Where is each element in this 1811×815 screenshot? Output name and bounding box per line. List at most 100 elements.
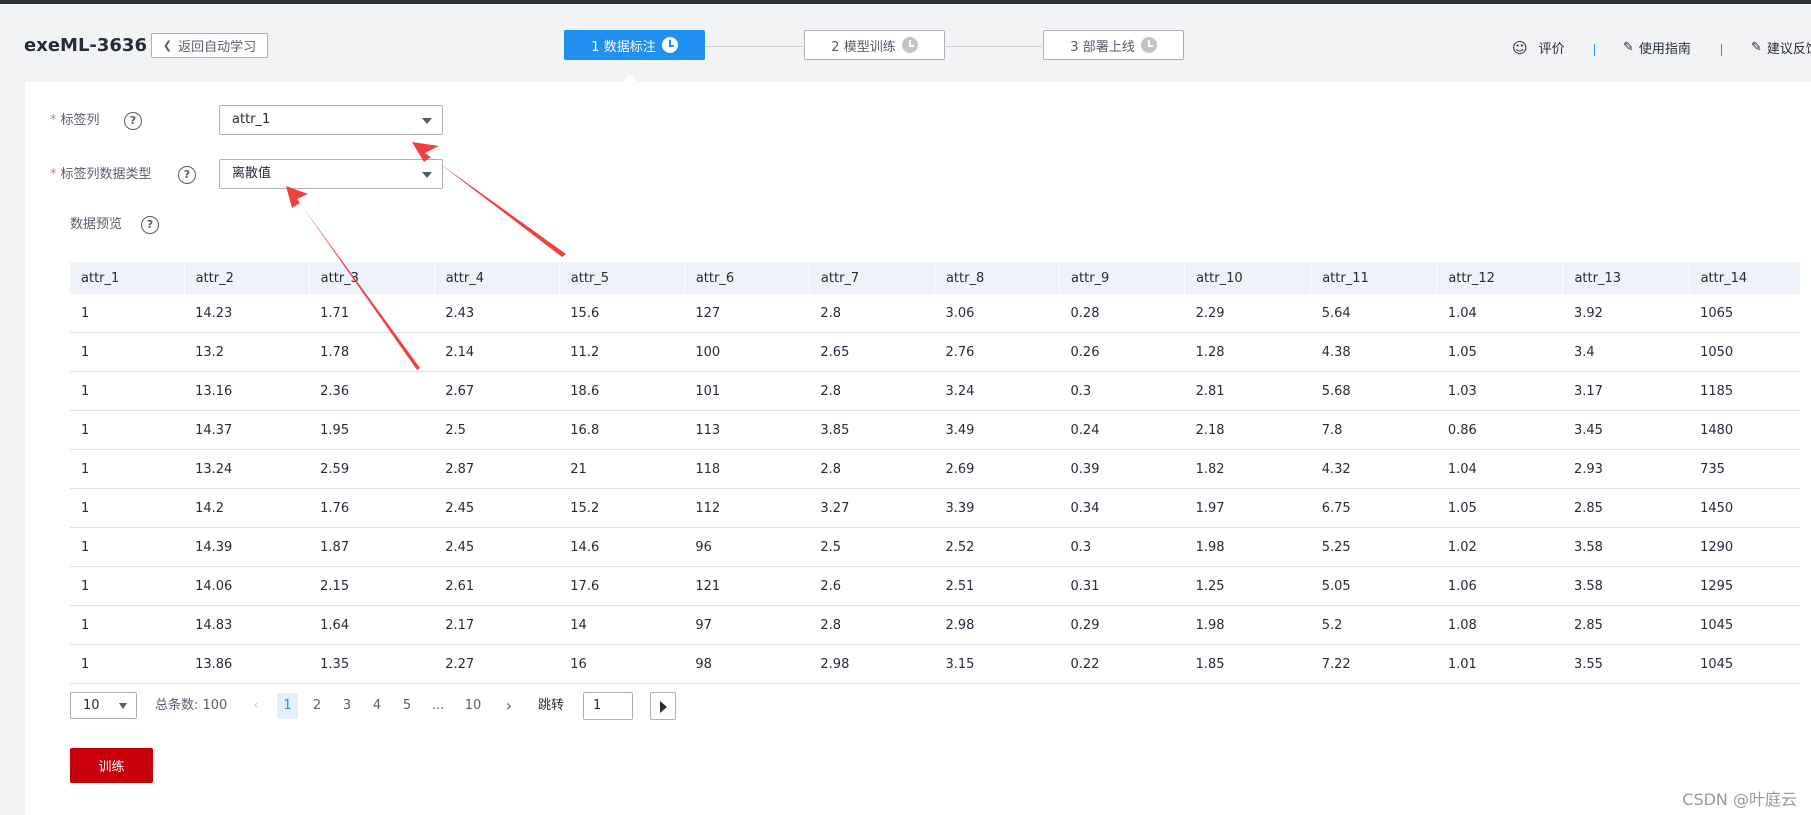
column-header: attr_14 (1689, 262, 1802, 294)
table-cell: 2.51 (934, 566, 1060, 606)
table-cell: 0.39 (1059, 449, 1185, 489)
table-cell: 3.92 (1562, 294, 1690, 333)
table-cell: 7.22 (1310, 644, 1437, 684)
back-button-label: 返回自动学习 (178, 40, 257, 55)
table-cell: 13.24 (184, 449, 310, 489)
table-cell: 4.32 (1310, 449, 1437, 489)
page-ellipsis[interactable]: ... (428, 693, 448, 719)
table-cell: 16.8 (559, 410, 685, 450)
table-cell: 0.3 (1059, 527, 1185, 567)
active-step-pointer (621, 74, 639, 83)
help-icon[interactable]: ? (141, 216, 159, 234)
table-row: 1 14.39 1.87 2.45 14.6 96 2.5 2.52 0.3 1.98 5.25 1.… (70, 527, 1801, 567)
page-10[interactable]: 10 (463, 693, 483, 719)
jump-go-button[interactable] (650, 692, 676, 720)
watermark: CSDN @叶庭云 (1682, 790, 1797, 809)
help-icon[interactable]: ? (124, 112, 142, 130)
table-cell: 113 (684, 410, 810, 450)
back-to-automl-button[interactable]: ❮ 返回自动学习 (151, 33, 268, 58)
table-cell: 13.86 (184, 644, 310, 684)
table-cell: 1.85 (1184, 644, 1311, 684)
table-row: 1 14.06 2.15 2.61 17.6 121 2.6 2.51 0.31 1.25 5.05… (70, 566, 1801, 606)
step-deploy[interactable]: 3 部署上线 (1043, 30, 1184, 60)
caret-down-icon (119, 703, 127, 709)
table-cell: 2.8 (809, 294, 935, 333)
table-cell: 16 (559, 644, 685, 684)
table-row: 1 13.16 2.36 2.67 18.6 101 2.8 3.24 0.3 2.81 5.68 1… (70, 371, 1801, 411)
table-cell: 1.01 (1436, 644, 1563, 684)
table-cell: 21 (559, 449, 685, 489)
column-header: attr_11 (1310, 262, 1438, 294)
table-cell: 3.15 (934, 644, 1060, 684)
table-cell: 735 (1689, 449, 1801, 489)
rate-link[interactable]: ☺ 评价 (1512, 38, 1565, 58)
table-cell: 2.98 (934, 605, 1060, 645)
step-model-training[interactable]: 2 模型训练 (804, 30, 945, 60)
label-column-text: 标签列 (60, 113, 100, 128)
column-header: attr_5 (559, 262, 685, 294)
table-body: 1 14.23 1.71 2.43 15.6 127 2.8 3.06 0.28 2.29 5.64… (70, 294, 1801, 684)
table-cell: 13.16 (184, 371, 310, 411)
table-row: 1 14.23 1.71 2.43 15.6 127 2.8 3.06 0.28 2.29 5.64… (70, 294, 1801, 333)
help-icon[interactable]: ? (178, 166, 196, 184)
table-cell: 14 (559, 605, 685, 645)
table-cell: 2.98 (809, 644, 935, 684)
step-data-labeling[interactable]: 1 数据标注 (564, 30, 705, 60)
table-cell: 1 (70, 644, 185, 684)
table-cell: 1.78 (309, 332, 435, 372)
table-cell: 1050 (1689, 332, 1801, 372)
page-5[interactable]: 5 (397, 693, 417, 719)
table-cell: 14.6 (559, 527, 685, 567)
feedback-link[interactable]: ✎ 建议反馈 (1751, 38, 1811, 57)
next-page-icon[interactable]: › (499, 693, 519, 719)
table-cell: 1.71 (309, 294, 435, 333)
chevron-left-icon: ❮ (162, 39, 173, 52)
table-cell: 0.24 (1059, 410, 1185, 450)
prev-page-icon[interactable]: ‹ (246, 693, 266, 719)
rate-label: 评价 (1538, 42, 1565, 57)
table-cell: 2.8 (809, 605, 935, 645)
step-connector (946, 46, 1042, 47)
table-cell: 11.2 (559, 332, 685, 372)
page-3[interactable]: 3 (337, 693, 357, 719)
table-cell: 2.8 (809, 371, 935, 411)
label-column-value: attr_1 (232, 112, 271, 127)
table-cell: 3.58 (1562, 527, 1690, 567)
clock-icon (901, 37, 918, 53)
table-cell: 1 (70, 371, 185, 411)
table-cell: 2.59 (309, 449, 435, 489)
table-cell: 14.23 (184, 294, 310, 333)
page-1[interactable]: 1 (277, 693, 298, 719)
table-cell: 1 (70, 527, 185, 567)
table-cell: 6.75 (1310, 488, 1437, 528)
table-cell: 3.55 (1562, 644, 1690, 684)
column-header: attr_12 (1436, 262, 1564, 294)
page-size-select[interactable]: 10 (70, 692, 137, 719)
step-connector (706, 46, 803, 47)
train-button[interactable]: 训练 (70, 748, 153, 783)
table-cell: 3.49 (934, 410, 1060, 450)
table-cell: 2.69 (934, 449, 1060, 489)
label-type-select[interactable]: 离散值 (219, 159, 443, 189)
page-2[interactable]: 2 (307, 693, 327, 719)
table-cell: 0.86 (1436, 410, 1563, 450)
label-type-text: 标签列数据类型 (60, 167, 152, 182)
page-4[interactable]: 4 (367, 693, 387, 719)
table-cell: 1.98 (1184, 605, 1311, 645)
table-cell: 96 (684, 527, 810, 567)
table-cell: 14.83 (184, 605, 310, 645)
divider (1721, 44, 1722, 56)
column-header: attr_4 (434, 262, 560, 294)
table-row: 1 14.83 1.64 2.17 14 97 2.8 2.98 0.29 1.98 5.2 1.08… (70, 605, 1801, 645)
jump-page-input[interactable]: 1 (583, 692, 633, 720)
table-cell: 2.81 (1184, 371, 1311, 411)
table-cell: 3.24 (934, 371, 1060, 411)
table-cell: 0.31 (1059, 566, 1185, 606)
table-cell: 4.38 (1310, 332, 1437, 372)
table-cell: 2.29 (1184, 294, 1311, 333)
table-cell: 5.2 (1310, 605, 1437, 645)
user-guide-link[interactable]: ✎ 使用指南 (1623, 38, 1691, 57)
label-column-select[interactable]: attr_1 (219, 105, 443, 135)
caret-down-icon (422, 118, 432, 124)
table-cell: 2.45 (434, 488, 560, 528)
